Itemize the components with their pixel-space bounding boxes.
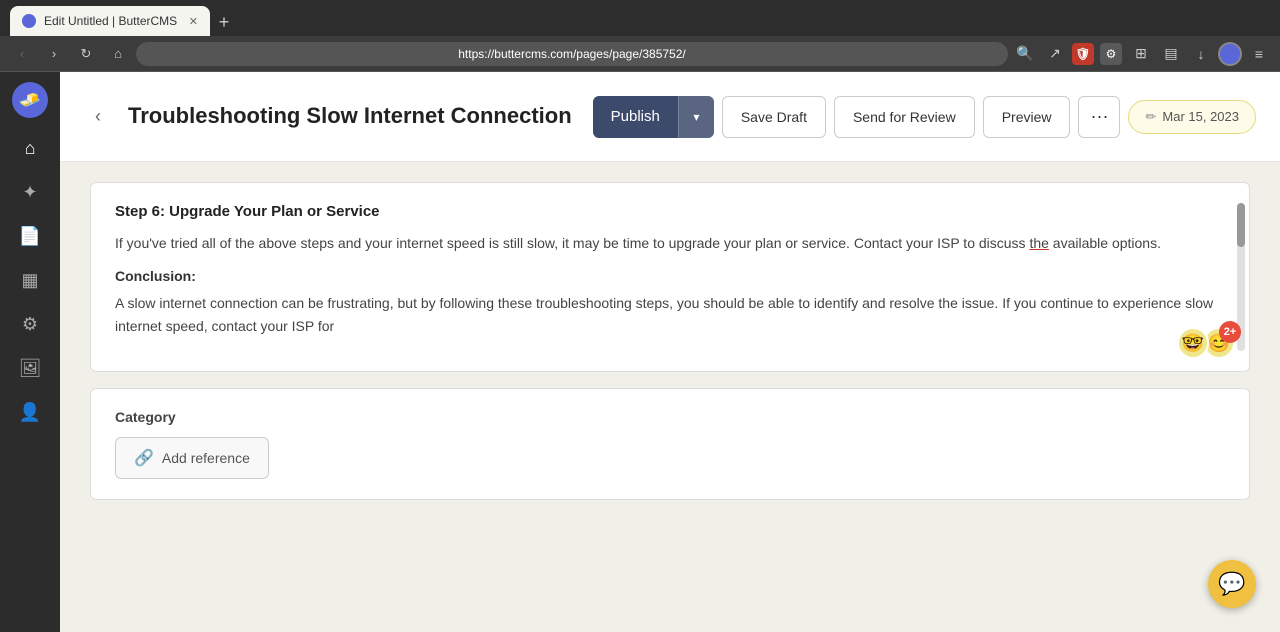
active-tab[interactable]: Edit Untitled | ButterCMS ✕ — [10, 6, 210, 36]
page-header: ‹ Troubleshooting Slow Internet Connecti… — [60, 72, 1280, 162]
emoji-container: 🤓 😊 2+ — [1177, 327, 1235, 359]
content-area: ‹ Troubleshooting Slow Internet Connecti… — [60, 72, 1280, 632]
publish-dropdown-button[interactable]: ▾ — [678, 96, 714, 138]
address-bar[interactable] — [136, 42, 1008, 66]
sidebar-logo: 🧈 — [12, 82, 48, 118]
app-layout: 🧈 ⌂ ✦ 📄 ▦ ⚙ 🖼 👤 ‹ Troubleshooting Slow I… — [0, 72, 1280, 632]
underlined-word: the — [1029, 235, 1048, 251]
sidebar-item-blog[interactable]: ✦ — [12, 174, 48, 210]
notification-badge: 2+ — [1219, 321, 1241, 343]
browser-chrome: Edit Untitled | ButterCMS ✕ + ‹ › ↻ ⌂ 🔍 … — [0, 0, 1280, 72]
main-content: Step 6: Upgrade Your Plan or Service If … — [60, 162, 1280, 632]
share-icon-btn[interactable]: ↗ — [1042, 41, 1068, 67]
home-button[interactable]: ⌂ — [104, 40, 132, 68]
paragraph1-text: If you've tried all of the above steps a… — [115, 235, 1029, 251]
save-draft-button[interactable]: Save Draft — [722, 96, 826, 138]
bookmarks-icon-btn[interactable]: ⊞ — [1128, 41, 1154, 67]
sidebar-item-media[interactable]: ▦ — [12, 262, 48, 298]
body-paragraph-1: If you've tried all of the above steps a… — [115, 232, 1225, 254]
link-icon: 🔗 — [134, 448, 154, 468]
sidebar-item-home[interactable]: ⌂ — [12, 130, 48, 166]
extensions-puzzle-icon: ⚙ — [1100, 43, 1122, 65]
new-tab-button[interactable]: + — [210, 8, 238, 36]
preview-button[interactable]: Preview — [983, 96, 1071, 138]
tab-title: Edit Untitled | ButterCMS — [44, 14, 177, 28]
page-title: Troubleshooting Slow Internet Connection — [128, 102, 577, 131]
tab-favicon — [22, 14, 36, 28]
sidebar-item-images[interactable]: 🖼 — [12, 350, 48, 386]
search-icon-btn[interactable]: 🔍 — [1012, 41, 1038, 67]
refresh-button[interactable]: ↻ — [72, 40, 100, 68]
chevron-down-icon: ▾ — [693, 110, 699, 124]
forward-button[interactable]: › — [40, 40, 68, 68]
more-options-button[interactable]: ··· — [1078, 96, 1120, 138]
text-content-card: Step 6: Upgrade Your Plan or Service If … — [90, 182, 1250, 372]
pencil-icon: ✏ — [1145, 109, 1156, 125]
sidebar-item-pages[interactable]: 📄 — [12, 218, 48, 254]
menu-icon-btn[interactable]: ≡ — [1246, 41, 1272, 67]
sidebar-item-users[interactable]: 👤 — [12, 394, 48, 430]
extensions-icon-btn[interactable]: ⚙ — [1098, 41, 1124, 67]
security-shield-icon: 🛡 — [1072, 43, 1094, 65]
date-button[interactable]: ✏ Mar 15, 2023 — [1128, 100, 1256, 134]
category-label: Category — [115, 409, 1225, 425]
back-nav-button[interactable]: ‹ — [84, 103, 112, 131]
back-button[interactable]: ‹ — [8, 40, 36, 68]
scrollbar-thumb — [1237, 203, 1245, 247]
body-paragraph-2: A slow internet connection can be frustr… — [115, 292, 1225, 337]
editor-area: Step 6: Upgrade Your Plan or Service If … — [60, 162, 1280, 632]
sidebar: 🧈 ⌂ ✦ 📄 ▦ ⚙ 🖼 👤 — [0, 72, 60, 632]
downloads-icon-btn[interactable]: ↓ — [1188, 41, 1214, 67]
tab-bar: Edit Untitled | ButterCMS ✕ + — [0, 0, 1280, 36]
send-review-button[interactable]: Send for Review — [834, 96, 975, 138]
tab-close-icon[interactable]: ✕ — [189, 15, 198, 28]
conclusion-heading: Conclusion: — [115, 268, 1225, 284]
sidebar-toggle-btn[interactable]: ▤ — [1158, 41, 1184, 67]
emoji-avatars: 🤓 😊 2+ — [1177, 327, 1235, 359]
header-actions: Publish ▾ Save Draft Send for Review Pre… — [593, 96, 1256, 138]
emoji-avatar-glasses: 🤓 — [1177, 327, 1209, 359]
chat-icon: 💬 — [1218, 571, 1245, 597]
publish-button-group: Publish ▾ — [593, 96, 714, 138]
date-label: Mar 15, 2023 — [1162, 109, 1239, 124]
sidebar-item-integrations[interactable]: ⚙ — [12, 306, 48, 342]
step-heading: Step 6: Upgrade Your Plan or Service — [115, 203, 1225, 220]
navigation-bar: ‹ › ↻ ⌂ 🔍 ↗ 🛡 ⚙ ⊞ ▤ ↓ ≡ — [0, 36, 1280, 72]
category-section: Category 🔗 Add reference — [90, 388, 1250, 500]
nav-right-icons: 🔍 ↗ 🛡 ⚙ ⊞ ▤ ↓ ≡ — [1012, 41, 1272, 67]
profile-avatar[interactable] — [1218, 42, 1242, 66]
paragraph1-end-text: available options. — [1049, 235, 1161, 251]
add-reference-button[interactable]: 🔗 Add reference — [115, 437, 269, 479]
add-reference-label: Add reference — [162, 450, 250, 466]
chat-widget[interactable]: 💬 — [1208, 560, 1256, 608]
publish-main-button[interactable]: Publish — [593, 96, 678, 138]
